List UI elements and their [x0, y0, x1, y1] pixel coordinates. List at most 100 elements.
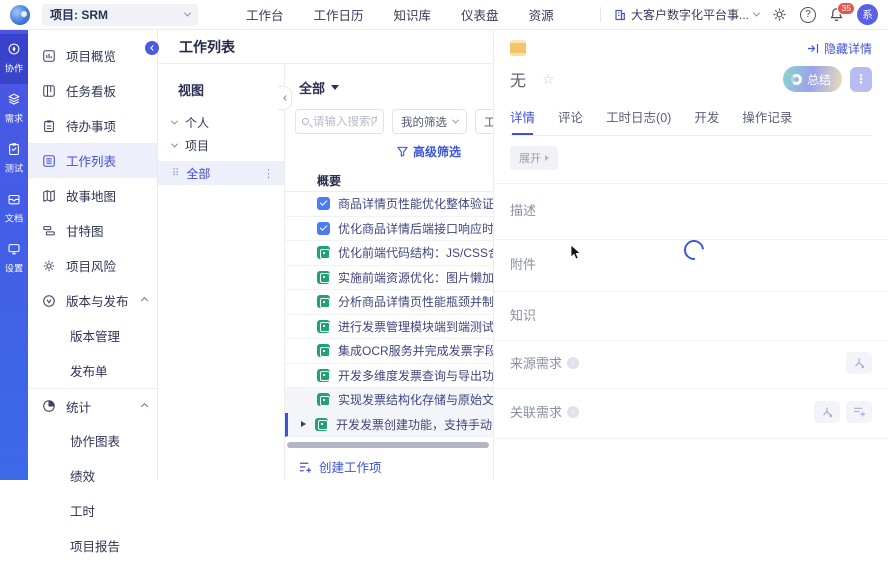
- more-icon[interactable]: ⋮: [263, 167, 274, 180]
- views-item-all[interactable]: ⠿ 全部 ⋮: [158, 161, 284, 185]
- gear-icon[interactable]: [772, 7, 787, 22]
- section-label: 描述: [510, 200, 536, 219]
- sidebar-item-project-risk[interactable]: 项目风险: [28, 248, 157, 283]
- todo-clipboard-icon: [41, 119, 57, 133]
- nav-dashboard[interactable]: 仪表盘: [461, 5, 499, 24]
- building-icon: [614, 9, 626, 21]
- create-work-item-button[interactable]: 创建工作项: [285, 457, 493, 476]
- work-item-title: 实施前端资源优化：图片懒加载、WebP转换: [338, 269, 493, 286]
- sidebar-collapse-button[interactable]: [145, 41, 159, 55]
- detail-tabs: 详情 评论 工时日志(0) 开发 操作记录: [510, 107, 872, 136]
- tab-timelog[interactable]: 工时日志(0): [606, 107, 671, 135]
- views-group-personal[interactable]: 个人: [158, 111, 284, 134]
- horizontal-scrollbar[interactable]: [287, 442, 489, 448]
- star-icon[interactable]: ☆: [542, 71, 555, 88]
- list-view-selector[interactable]: 全部: [285, 64, 493, 97]
- sidebar-item-gantt[interactable]: 甘特图: [28, 213, 157, 248]
- work-item-row[interactable]: 进行发票管理模块端到端测试与性能验证: [285, 315, 493, 340]
- tab-development[interactable]: 开发: [694, 107, 719, 135]
- rail-item-collaboration[interactable]: 协作: [0, 34, 28, 84]
- rail-item-documents[interactable]: 文档: [0, 184, 28, 234]
- section-related-requirement: 关联需求 i: [494, 389, 888, 439]
- sidebar-item-story-map[interactable]: 故事地图: [28, 178, 157, 213]
- nav-resources[interactable]: 资源: [529, 5, 554, 24]
- task-icon: [317, 246, 330, 259]
- link-requirement-button[interactable]: [846, 352, 872, 374]
- work-item-row[interactable]: 分析商品详情页性能瓶颈并制定优化方案: [285, 290, 493, 315]
- sidebar-item-release-note[interactable]: 发布单: [28, 353, 157, 388]
- notifications-bell[interactable]: 35: [829, 7, 844, 22]
- task-icon: [317, 320, 330, 333]
- views-group-label: 项目: [185, 137, 209, 154]
- nav-workbench[interactable]: 工作台: [246, 5, 284, 24]
- drawer-icon: [7, 192, 21, 206]
- sidebar-item-collab-chart[interactable]: 协作图表: [28, 423, 157, 458]
- add-related-item-button[interactable]: [846, 401, 872, 423]
- top-nav: 工作台 工作日历 知识库 仪表盘 资源: [246, 5, 554, 24]
- link-requirement-button[interactable]: [814, 401, 840, 423]
- spinner-icon: [791, 74, 802, 85]
- workspace-selector[interactable]: 大客户数字化平台事...: [614, 6, 759, 23]
- drag-handle-icon[interactable]: ⠿: [172, 168, 178, 179]
- tab-activity[interactable]: 操作记录: [742, 107, 792, 135]
- column-header-summary[interactable]: 概要: [285, 169, 493, 192]
- project-selector[interactable]: 项目: SRM: [42, 4, 198, 26]
- work-item-row[interactable]: 集成OCR服务并完成发票字段自动解析功能联: [285, 339, 493, 364]
- sidebar-item-hours[interactable]: 工时: [28, 493, 157, 528]
- sidebar-item-statistics[interactable]: 统计: [28, 388, 157, 423]
- nav-wiki[interactable]: 知识库: [394, 5, 432, 24]
- search-input[interactable]: [313, 116, 377, 128]
- rail-item-settings[interactable]: 设置: [0, 234, 28, 284]
- work-item-row-selected[interactable]: 开发发票创建功能，支持手动录入与电子发票: [285, 413, 493, 438]
- work-item-title: 实现发票结构化存储与原始文件加密保存至对: [338, 391, 493, 408]
- detail-title: 无: [510, 67, 526, 91]
- tab-detail[interactable]: 详情: [510, 107, 535, 135]
- views-collapse-handle[interactable]: [278, 86, 292, 110]
- sidebar-item-work-list[interactable]: 工作列表: [28, 143, 157, 178]
- app-logo[interactable]: [10, 5, 30, 25]
- chevron-up-icon[interactable]: [141, 402, 148, 409]
- caret-down-icon: [331, 85, 339, 90]
- sidebar-item-version-release[interactable]: 版本与发布: [28, 283, 157, 318]
- nav-work-calendar[interactable]: 工作日历: [314, 5, 364, 24]
- sidebar-item-label: 协作图表: [70, 431, 120, 450]
- rail-item-requirements[interactable]: 需求: [0, 84, 28, 134]
- sidebar-item-version-mgmt[interactable]: 版本管理: [28, 318, 157, 353]
- sidebar-item-performance[interactable]: 绩效: [28, 458, 157, 493]
- pie-chart-icon: [41, 399, 57, 413]
- project-selector-label: 项目: SRM: [50, 6, 108, 23]
- sidebar-item-todo[interactable]: 待办事项: [28, 108, 157, 143]
- sidebar-item-project-report[interactable]: 项目报告: [28, 528, 157, 563]
- work-item-row[interactable]: 实现发票结构化存储与原始文件加密保存至对: [285, 388, 493, 413]
- work-item-row[interactable]: 开发多维度发票查询与导出功能，支持高效检: [285, 364, 493, 389]
- sidebar-item-task-board[interactable]: 任务看板: [28, 73, 157, 108]
- my-filter-button[interactable]: 我的筛选: [392, 109, 467, 134]
- work-item-row[interactable]: 商品详情页性能优化整体验证与上线: [285, 192, 493, 217]
- sidebar-item-overview[interactable]: 项目概览: [28, 38, 157, 73]
- advanced-filter-button[interactable]: 高级筛选: [397, 143, 493, 160]
- version-icon: [41, 294, 57, 308]
- info-icon: i: [567, 357, 579, 369]
- advanced-filter-label: 高级筛选: [413, 143, 461, 160]
- chevron-down-icon: [184, 10, 191, 17]
- type-filter-button[interactable]: 工作项类型: [475, 109, 493, 134]
- work-item-row[interactable]: 优化商品详情后端接口响应时间并引入Redis缓: [285, 217, 493, 242]
- rail-item-testing[interactable]: 测试: [0, 134, 28, 184]
- work-item-row[interactable]: 实施前端资源优化：图片懒加载、WebP转换: [285, 266, 493, 291]
- ai-summarize-button[interactable]: 总结: [783, 66, 842, 92]
- hide-detail-button[interactable]: 隐藏详情: [807, 40, 872, 57]
- hide-detail-label: 隐藏详情: [824, 40, 872, 57]
- work-item-title: 集成OCR服务并完成发票字段自动解析功能联: [338, 342, 493, 359]
- help-icon[interactable]: ?: [800, 7, 816, 23]
- chevron-down-icon: [171, 141, 178, 148]
- expand-caret-icon[interactable]: [301, 421, 306, 427]
- tab-comments[interactable]: 评论: [558, 107, 583, 135]
- views-group-project[interactable]: 项目: [158, 134, 284, 157]
- expand-label: 展开: [519, 150, 541, 166]
- avatar[interactable]: 系: [857, 4, 878, 25]
- more-actions-button[interactable]: ⋮: [850, 67, 872, 92]
- chevron-up-icon[interactable]: [141, 297, 148, 304]
- section-knowledge: 知识: [494, 292, 888, 341]
- work-item-row[interactable]: 优化前端代码结构：JS/CSS合并拆分与代码分: [285, 241, 493, 266]
- expand-fields-button[interactable]: 展开: [510, 146, 558, 170]
